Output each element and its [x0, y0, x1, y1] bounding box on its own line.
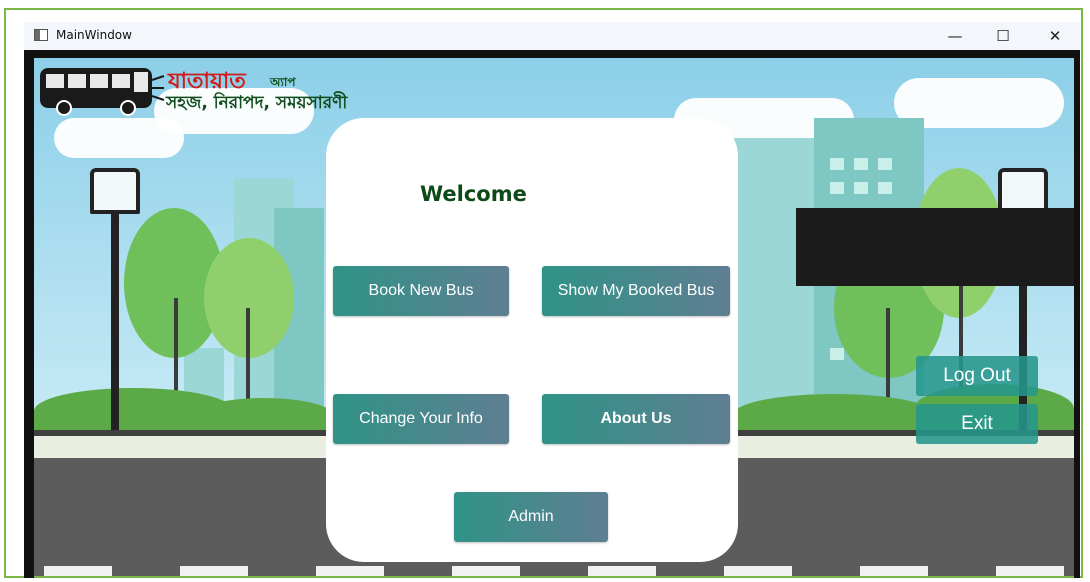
exit-button[interactable]: Exit — [916, 404, 1038, 444]
book-new-bus-button[interactable]: Book New Bus — [333, 266, 509, 316]
about-us-button[interactable]: About Us — [542, 394, 730, 444]
frame-right — [1074, 50, 1080, 578]
title-bar: MainWindow — ☐ ✕ — [24, 22, 1080, 50]
maximize-button[interactable]: ☐ — [980, 22, 1026, 50]
bus-icon — [40, 68, 165, 116]
close-button[interactable]: ✕ — [1032, 22, 1078, 50]
bush-decoration — [734, 394, 934, 434]
frame-left — [24, 50, 34, 578]
street-lamp-pole — [111, 208, 119, 438]
admin-button[interactable]: Admin — [454, 492, 608, 542]
app-window-icon — [34, 29, 48, 41]
change-your-info-button[interactable]: Change Your Info — [333, 394, 509, 444]
welcome-heading: Welcome — [420, 182, 527, 206]
info-panel — [796, 208, 1074, 286]
welcome-card: Welcome Book New Bus Show My Booked Bus … — [326, 118, 738, 562]
bush-decoration — [194, 398, 334, 434]
log-out-button[interactable]: Log Out — [916, 356, 1038, 396]
frame-top — [24, 50, 1080, 58]
window-title: MainWindow — [56, 28, 132, 42]
show-my-booked-bus-button[interactable]: Show My Booked Bus — [542, 266, 730, 316]
building-decoration — [734, 138, 814, 438]
street-lamp-icon — [90, 168, 140, 214]
minimize-button[interactable]: — — [932, 22, 978, 50]
main-content: যাতায়াত অ্যাপ সহজ, নিরাপদ, সময়সারণী We… — [34, 58, 1074, 576]
app-logo: যাতায়াত অ্যাপ সহজ, নিরাপদ, সময়সারণী — [36, 58, 386, 120]
logo-tagline: সহজ, নিরাপদ, সময়সারণী — [166, 93, 348, 113]
